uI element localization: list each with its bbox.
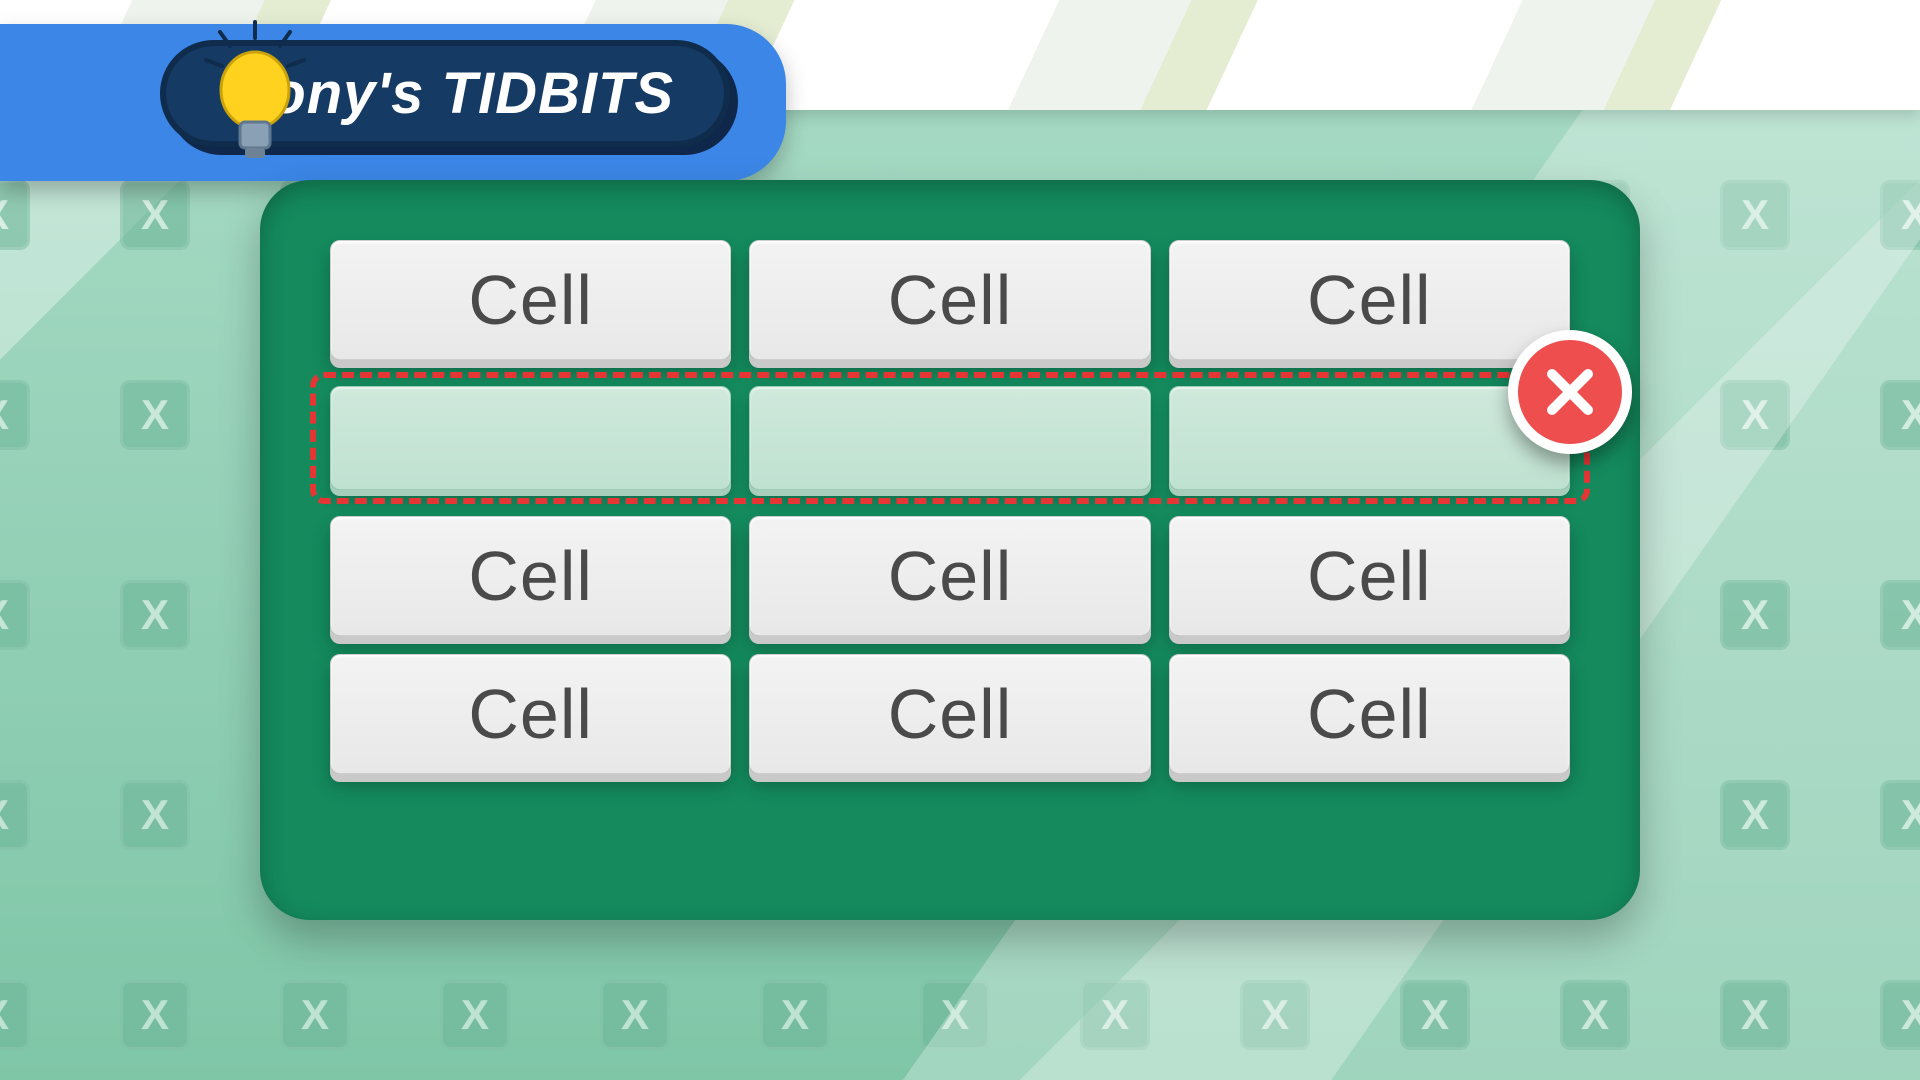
excel-tile-icon: X [1720, 380, 1790, 450]
excel-tile-icon: X [1240, 980, 1310, 1050]
excel-tile-icon: X [1080, 980, 1150, 1050]
cell-label: Cell [1307, 674, 1432, 754]
excel-tile-icon: X [440, 980, 510, 1050]
cell-label: Cell [468, 260, 593, 340]
excel-tile-icon: X [1720, 780, 1790, 850]
excel-tile-icon: X [0, 380, 30, 450]
cell-blank[interactable] [749, 386, 1150, 490]
excel-tile-icon: X [920, 980, 990, 1050]
excel-tile-icon: X [1880, 580, 1920, 650]
grid-row: Cell Cell Cell [330, 516, 1570, 636]
excel-tile-icon: X [1880, 780, 1920, 850]
cell-blank[interactable] [330, 386, 731, 490]
cell-label: Cell [1307, 536, 1432, 616]
excel-tile-icon: X [0, 980, 30, 1050]
excel-tile-icon: X [120, 780, 190, 850]
excel-tile-icon: X [1880, 380, 1920, 450]
grid-row: Cell Cell Cell [330, 240, 1570, 360]
cell[interactable]: Cell [330, 516, 731, 636]
cell[interactable]: Cell [749, 240, 1150, 360]
grid-row-selected [330, 378, 1570, 498]
cell-label: Cell [888, 536, 1013, 616]
excel-tile-icon: X [760, 980, 830, 1050]
excel-tile-icon: X [1400, 980, 1470, 1050]
excel-tile-icon: X [0, 780, 30, 850]
lightbulb-icon [200, 20, 310, 170]
excel-tile-icon: X [1560, 980, 1630, 1050]
cell-label: Cell [888, 260, 1013, 340]
excel-tile-icon: X [120, 180, 190, 250]
excel-tile-icon: X [120, 380, 190, 450]
bg-x-row: XXXXXXXXXXXXX [0, 980, 1920, 1050]
cell-label: Cell [888, 674, 1013, 754]
excel-tile-icon: X [1720, 980, 1790, 1050]
excel-tile-icon: X [0, 580, 30, 650]
excel-tile-icon: X [1720, 580, 1790, 650]
excel-tile-icon: X [0, 180, 30, 250]
excel-tile-icon: X [280, 980, 350, 1050]
cell-label: Cell [468, 536, 593, 616]
cell[interactable]: Cell [749, 516, 1150, 636]
excel-tile-icon: X [600, 980, 670, 1050]
excel-tile-icon: X [1880, 180, 1920, 250]
delete-row-button[interactable] [1508, 330, 1632, 454]
close-icon [1542, 364, 1598, 420]
cell-label: Cell [468, 674, 593, 754]
excel-tile-icon: X [1720, 180, 1790, 250]
cell[interactable]: Cell [1169, 516, 1570, 636]
excel-tile-icon: X [1880, 980, 1920, 1050]
cell[interactable]: Cell [330, 654, 731, 774]
cell[interactable]: Cell [749, 654, 1150, 774]
excel-tile-icon: X [120, 980, 190, 1050]
cell[interactable]: Cell [1169, 240, 1570, 360]
cells-grid: Cell Cell Cell Cell Cell Cell [330, 240, 1570, 774]
excel-tile-icon: X [120, 580, 190, 650]
grid-row: Cell Cell Cell [330, 654, 1570, 774]
cell[interactable]: Cell [330, 240, 731, 360]
cell[interactable]: Cell [1169, 654, 1570, 774]
cell-label: Cell [1307, 260, 1432, 340]
title-banner: Tony's TIDBITS [0, 24, 786, 181]
cells-panel: Cell Cell Cell Cell Cell Cell [260, 180, 1640, 920]
